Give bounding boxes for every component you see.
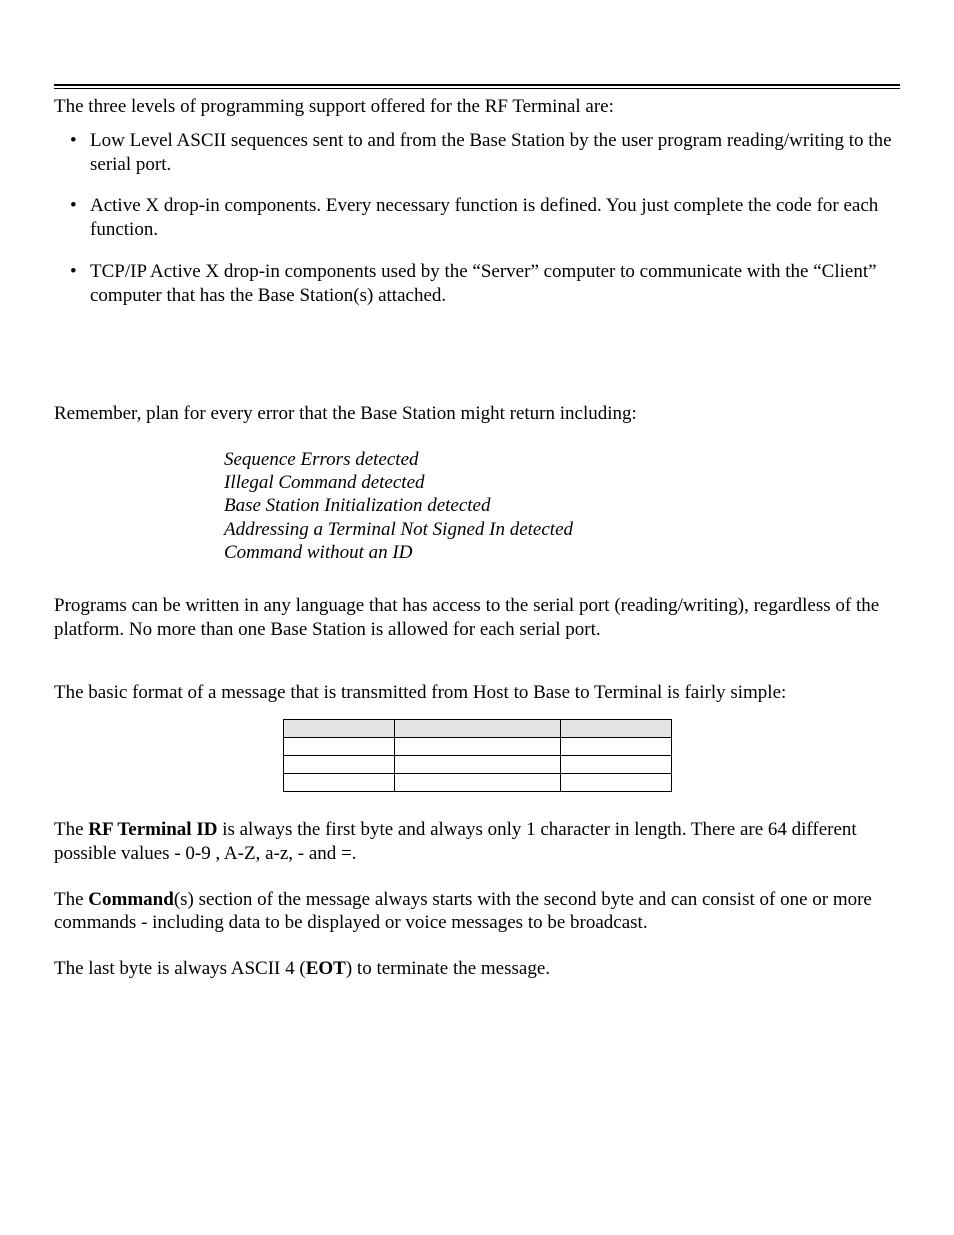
table-cell bbox=[560, 756, 671, 774]
rule-bottom bbox=[54, 88, 900, 89]
table-header-cell bbox=[394, 720, 560, 738]
table-cell bbox=[560, 774, 671, 792]
spacer bbox=[54, 357, 900, 402]
text: ) to terminate the message. bbox=[346, 958, 550, 979]
list-item: Low Level ASCII sequences sent to and fr… bbox=[64, 129, 900, 177]
table-cell bbox=[394, 738, 560, 756]
text: (s) section of the message always starts… bbox=[54, 889, 872, 934]
table-row bbox=[283, 756, 671, 774]
table-cell bbox=[394, 756, 560, 774]
programs-paragraph: Programs can be written in any language … bbox=[54, 594, 900, 642]
intro-paragraph: The three levels of programming support … bbox=[54, 95, 900, 119]
spacer bbox=[54, 663, 900, 681]
error-item: Base Station Initialization detected bbox=[224, 494, 900, 517]
command-paragraph: The Command(s) section of the message al… bbox=[54, 888, 900, 936]
table-header-cell bbox=[560, 720, 671, 738]
table-cell bbox=[394, 774, 560, 792]
error-item: Command without an ID bbox=[224, 541, 900, 564]
error-item: Illegal Command detected bbox=[224, 471, 900, 494]
table-header-cell bbox=[283, 720, 394, 738]
text: The bbox=[54, 889, 88, 910]
command-bold: Command bbox=[88, 889, 174, 910]
remember-paragraph: Remember, plan for every error that the … bbox=[54, 402, 900, 426]
document-page: The three levels of programming support … bbox=[0, 0, 954, 1235]
rfid-paragraph: The RF Terminal ID is always the first b… bbox=[54, 818, 900, 866]
table-row bbox=[283, 738, 671, 756]
table-cell bbox=[560, 738, 671, 756]
rfid-bold: RF Terminal ID bbox=[88, 819, 217, 840]
rule-top bbox=[54, 84, 900, 86]
table-cell bbox=[283, 774, 394, 792]
list-item: Active X drop-in components. Every neces… bbox=[64, 194, 900, 242]
list-item: TCP/IP Active X drop-in components used … bbox=[64, 260, 900, 308]
message-format-table bbox=[283, 719, 672, 792]
format-intro-paragraph: The basic format of a message that is tr… bbox=[54, 681, 900, 705]
error-item: Addressing a Terminal Not Signed In dete… bbox=[224, 518, 900, 541]
table-cell bbox=[283, 756, 394, 774]
text: The bbox=[54, 819, 88, 840]
table-row bbox=[283, 774, 671, 792]
table-cell bbox=[283, 738, 394, 756]
eot-paragraph: The last byte is always ASCII 4 (EOT) to… bbox=[54, 957, 900, 981]
eot-bold: EOT bbox=[306, 958, 346, 979]
text: The last byte is always ASCII 4 ( bbox=[54, 958, 306, 979]
error-item: Sequence Errors detected bbox=[224, 448, 900, 471]
table-header-row bbox=[283, 720, 671, 738]
support-levels-list: Low Level ASCII sequences sent to and fr… bbox=[54, 129, 900, 308]
errors-block: Sequence Errors detected Illegal Command… bbox=[224, 448, 900, 564]
